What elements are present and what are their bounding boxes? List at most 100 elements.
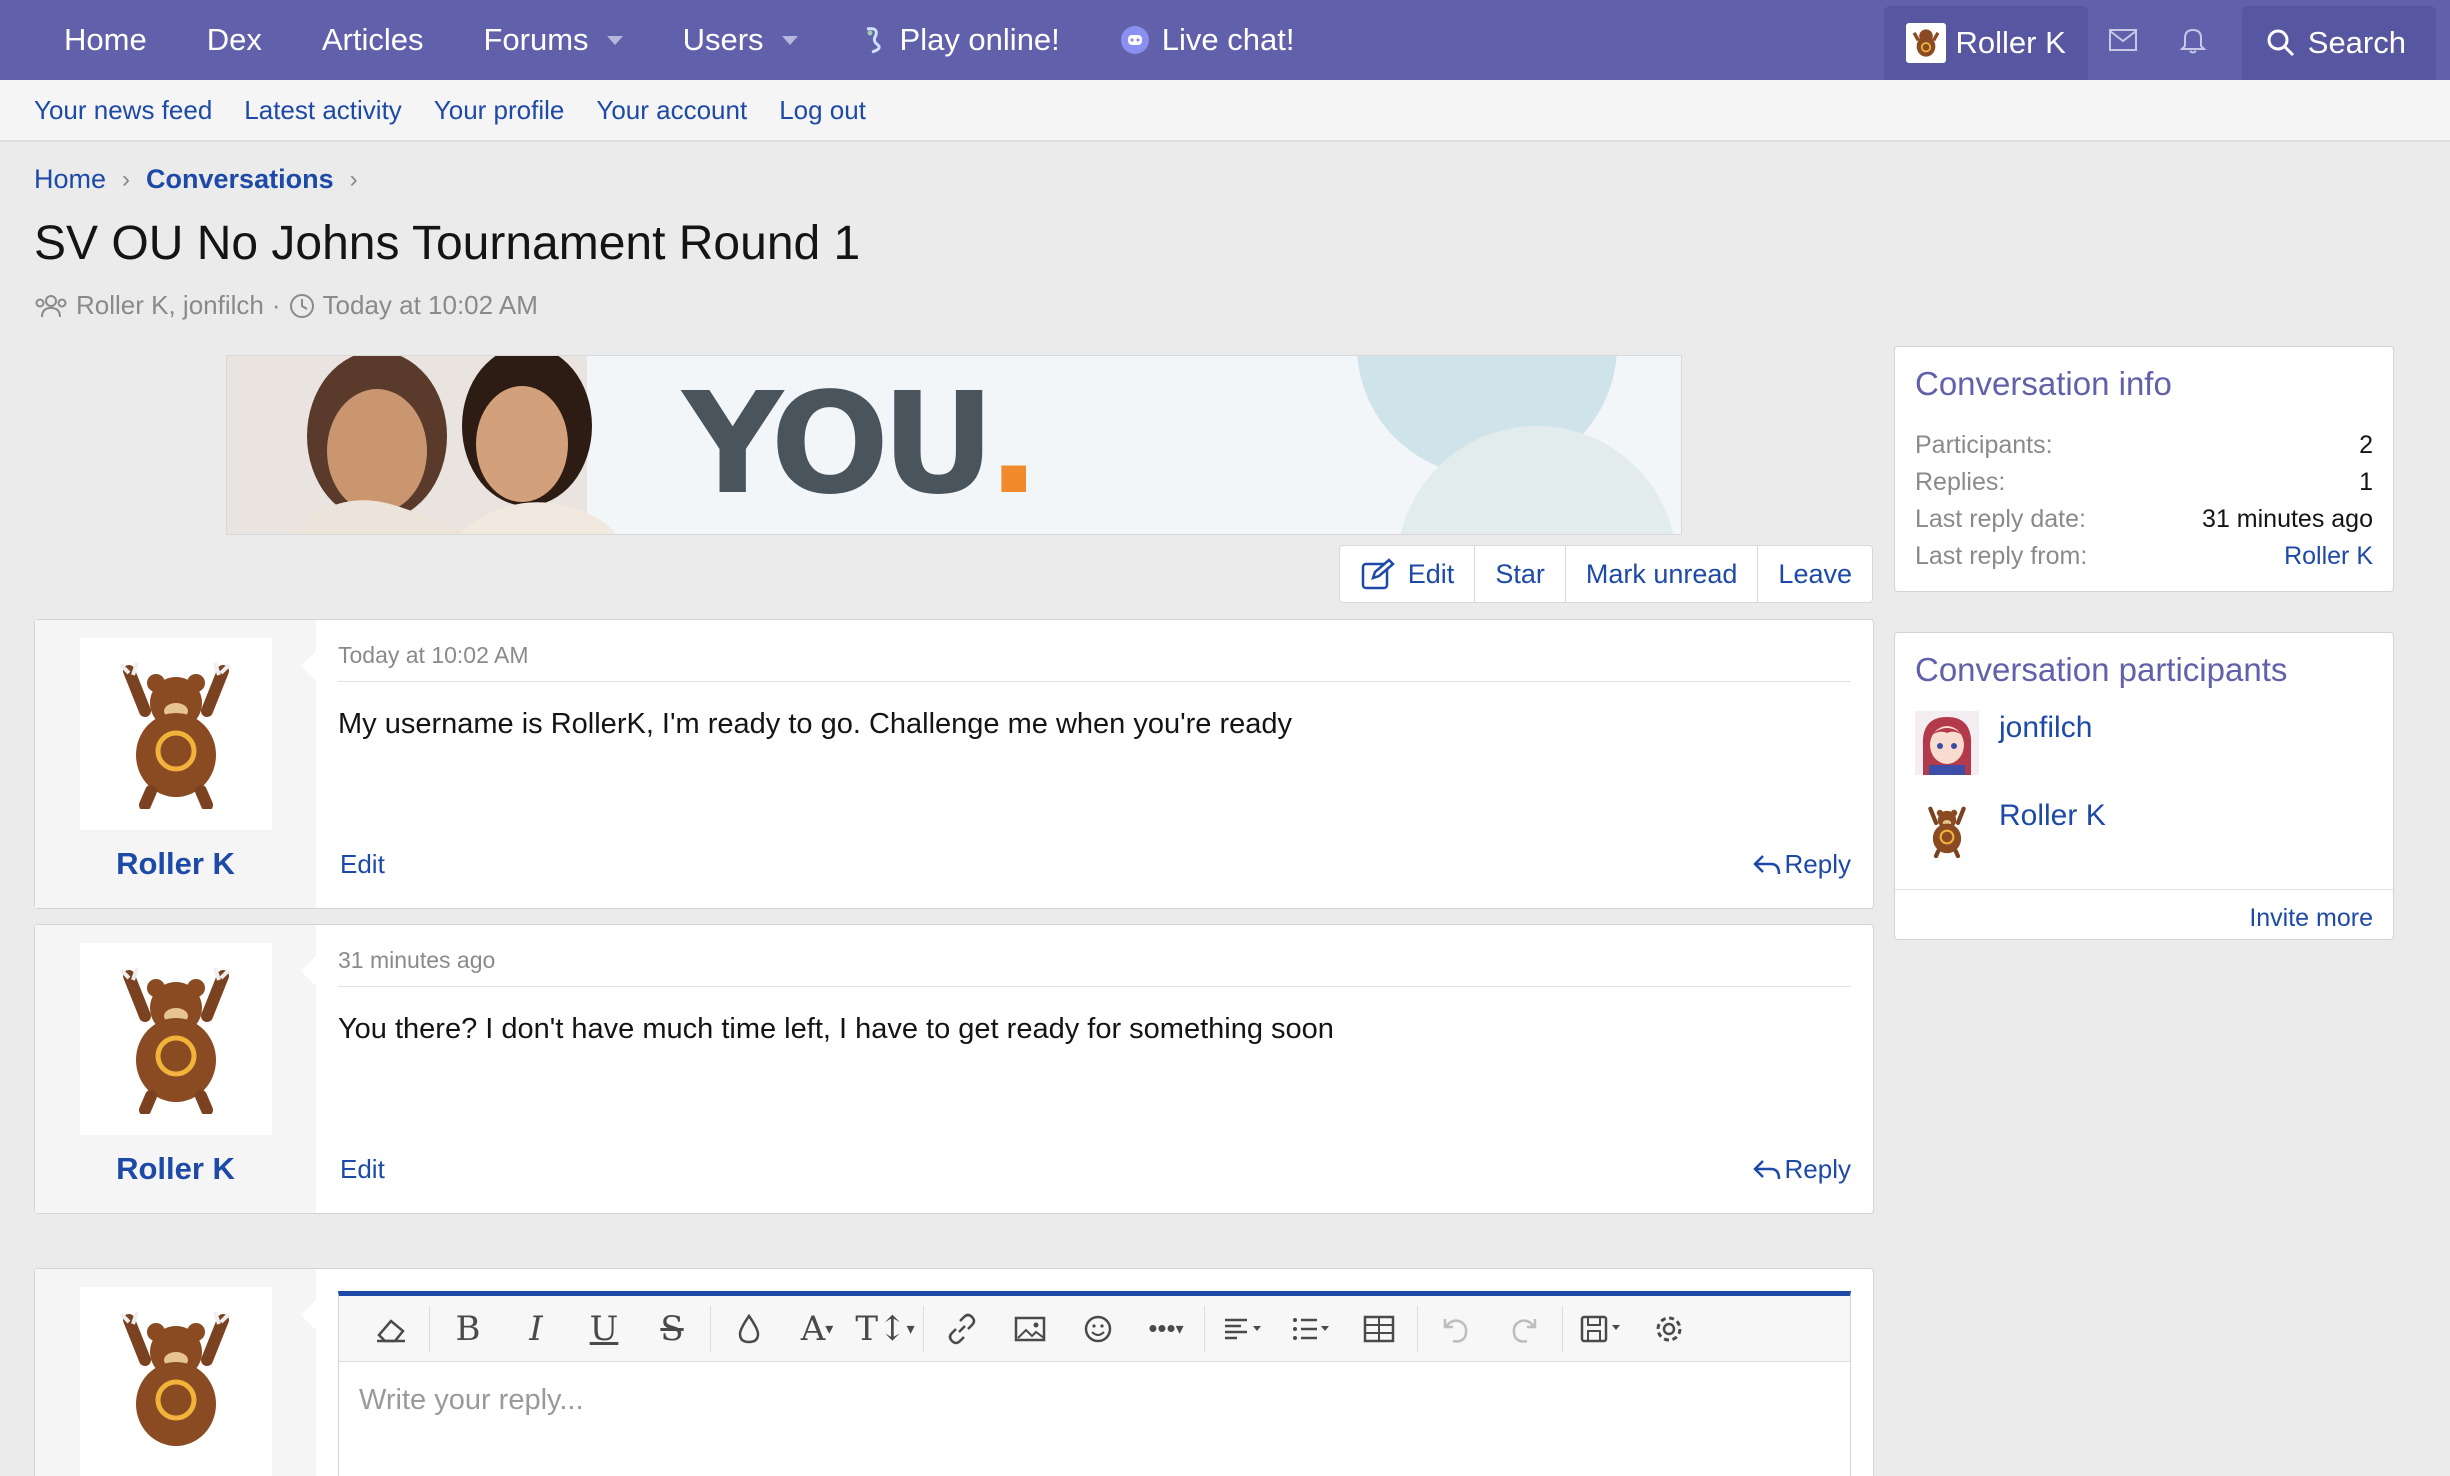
participant-name[interactable]: jonfilch: [1999, 711, 2092, 745]
nav-play-online[interactable]: Play online!: [828, 0, 1090, 80]
last-reply-user-link[interactable]: Roller K: [2284, 542, 2373, 571]
font-family-icon[interactable]: A ▾: [783, 1304, 851, 1354]
italic-icon[interactable]: I: [502, 1304, 570, 1354]
redo-icon[interactable]: [1490, 1304, 1558, 1354]
nav-forums[interactable]: Forums: [453, 0, 652, 80]
participant-name[interactable]: Roller K: [1999, 799, 2106, 833]
chevron-right-icon: ›: [122, 165, 131, 193]
participant-item: jonfilch: [1895, 711, 2393, 777]
avatar[interactable]: [1915, 799, 1979, 863]
sub-navigation: Your news feed Latest activity Your prof…: [0, 80, 2450, 142]
subnav-news-feed[interactable]: Your news feed: [34, 95, 212, 126]
edit-conversation-button[interactable]: Edit: [1340, 546, 1475, 602]
reply-icon: [1752, 854, 1780, 874]
message-reply-button[interactable]: Reply: [1752, 849, 1851, 880]
message-edit-link[interactable]: Edit: [340, 849, 385, 880]
bear-avatar-icon: [119, 662, 230, 809]
conversation-meta: Roller K, jonfilch · Today at 10:02 AM: [34, 290, 538, 321]
info-row: Last reply from: Roller K: [1915, 538, 2373, 575]
anime-avatar-icon: [1915, 711, 1979, 775]
message-edit-link[interactable]: Edit: [340, 1154, 385, 1185]
color-drop-icon[interactable]: [715, 1304, 783, 1354]
subnav-your-account[interactable]: Your account: [596, 95, 747, 126]
table-icon[interactable]: [1345, 1304, 1413, 1354]
nav-live-chat[interactable]: Live chat!: [1090, 0, 1325, 80]
toolbar-divider: [710, 1305, 711, 1352]
conversation-time: Today at 10:02 AM: [322, 290, 538, 320]
toolbar-divider: [1204, 1305, 1205, 1352]
save-draft-icon[interactable]: [1567, 1304, 1635, 1354]
bear-avatar-icon: [1912, 29, 1939, 57]
banner-dot: .: [987, 363, 1040, 526]
alerts-button[interactable]: [2158, 0, 2228, 80]
inbox-button[interactable]: [2088, 0, 2158, 80]
nav-play-label: Play online!: [899, 22, 1060, 57]
undo-icon[interactable]: [1422, 1304, 1490, 1354]
info-key: Last reply date:: [1915, 505, 2086, 533]
bold-icon[interactable]: B: [434, 1304, 502, 1354]
star-button[interactable]: Star: [1474, 546, 1565, 602]
avatar[interactable]: [79, 638, 272, 830]
avatar[interactable]: [79, 943, 272, 1135]
align-icon[interactable]: [1209, 1304, 1277, 1354]
image-icon[interactable]: [996, 1304, 1064, 1354]
leave-button[interactable]: Leave: [1757, 546, 1872, 602]
reply-label: Reply: [1784, 849, 1851, 879]
nav-users[interactable]: Users: [653, 0, 828, 80]
conversation-actions: Edit Star Mark unread Leave: [1338, 545, 1873, 603]
gear-icon[interactable]: [1635, 1304, 1703, 1354]
user-menu[interactable]: Roller K: [1883, 6, 2088, 80]
nav-home[interactable]: Home: [0, 0, 177, 80]
avatar[interactable]: [79, 1287, 272, 1476]
message-reply-button[interactable]: Reply: [1752, 1154, 1851, 1185]
top-navigation: Home Dex Articles Forums Users Play onli…: [0, 0, 2450, 80]
underline-icon[interactable]: U: [570, 1304, 638, 1354]
link-icon[interactable]: [928, 1304, 996, 1354]
meta-separator: ·: [271, 290, 281, 320]
invite-more-link[interactable]: Invite more: [2249, 904, 2373, 932]
breadcrumb: Home › Conversations ›: [34, 164, 374, 195]
conversation-info-list: Participants: 2 Replies: 1 Last reply date…: [1895, 403, 2393, 589]
strikethrough-icon[interactable]: S: [638, 1304, 706, 1354]
breadcrumb-conversations[interactable]: Conversations: [146, 164, 334, 195]
nav-dex[interactable]: Dex: [177, 0, 292, 80]
font-size-icon[interactable]: T↕ ▾: [851, 1304, 919, 1354]
reply-input[interactable]: Write your reply...: [339, 1362, 1850, 1439]
subnav-log-out[interactable]: Log out: [779, 95, 866, 126]
search-button[interactable]: Search: [2241, 6, 2436, 80]
chevron-down-icon[interactable]: [606, 35, 623, 45]
chevron-right-icon: ›: [349, 165, 358, 193]
avatar: [1905, 23, 1946, 63]
nav-users-label: Users: [682, 22, 764, 57]
message-username[interactable]: Roller K: [116, 1151, 235, 1187]
advertisement-banner[interactable]: YOU.: [226, 355, 1682, 535]
nav-articles[interactable]: Articles: [292, 0, 454, 80]
avatar[interactable]: [1915, 711, 1979, 775]
chevron-down-icon[interactable]: [781, 35, 798, 45]
message-footer: Edit Reply: [316, 849, 1873, 880]
bell-icon: [2179, 28, 2207, 54]
nav-chat-label: Live chat!: [1161, 22, 1295, 57]
subnav-latest-activity[interactable]: Latest activity: [244, 95, 402, 126]
message-username[interactable]: Roller K: [116, 846, 235, 882]
message: Roller K 31 minutes ago You there? I don…: [34, 924, 1874, 1214]
mark-unread-button[interactable]: Mark unread: [1564, 546, 1758, 602]
message-text: My username is RollerK, I'm ready to go.…: [338, 708, 1293, 740]
emoji-icon[interactable]: [1064, 1304, 1132, 1354]
message-time[interactable]: Today at 10:02 AM: [338, 642, 1851, 682]
message-body: 31 minutes ago You there? I don't have m…: [316, 925, 1873, 1213]
subnav-your-profile[interactable]: Your profile: [434, 95, 565, 126]
list-icon[interactable]: [1277, 1304, 1345, 1354]
message-body: Today at 10:02 AM My username is RollerK…: [316, 620, 1873, 908]
message: Roller K Today at 10:02 AM My username i…: [34, 619, 1874, 909]
message-user: Roller K: [35, 620, 317, 908]
eraser-icon[interactable]: [357, 1304, 425, 1354]
more-options-icon[interactable]: ••• ▾: [1132, 1304, 1200, 1354]
conversation-info-block: Conversation info Participants: 2 Replies…: [1894, 346, 2394, 592]
info-key: Last reply from:: [1915, 542, 2088, 570]
message-footer: Edit Reply: [316, 1154, 1873, 1185]
message-time[interactable]: 31 minutes ago: [338, 947, 1851, 987]
users-icon: [35, 294, 67, 317]
breadcrumb-home[interactable]: Home: [34, 164, 106, 195]
bear-avatar-icon: [119, 1311, 230, 1446]
